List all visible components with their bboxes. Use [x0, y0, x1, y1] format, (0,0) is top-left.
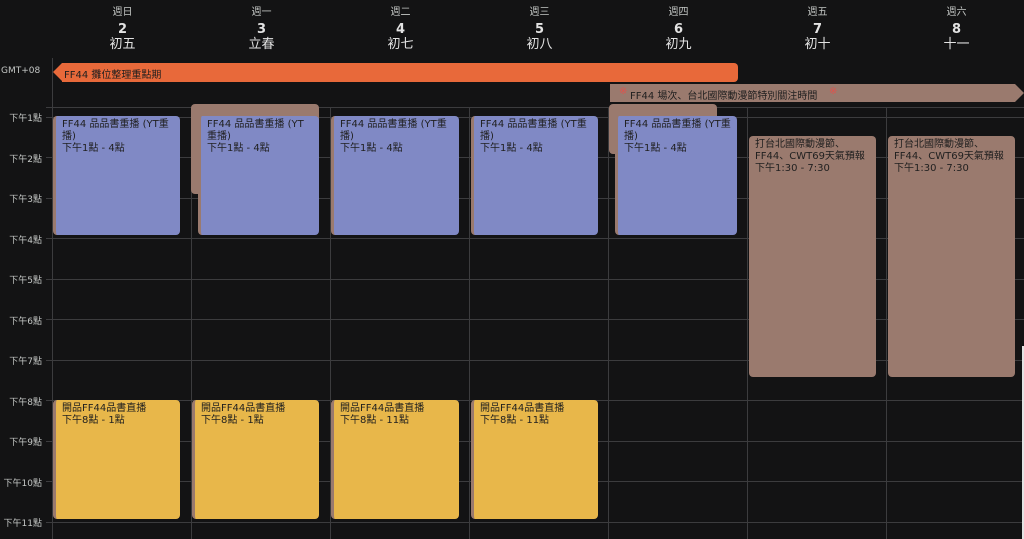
grid-divider	[46, 238, 1024, 239]
day-header-fri[interactable]: 週五 7 初十	[748, 0, 887, 52]
event-title: 打台北國際動漫節、FF44、CWT69天氣預報	[894, 139, 1004, 162]
hour-label: 下午5點	[9, 276, 42, 286]
event-time: 下午1:30 - 7:30	[894, 163, 969, 174]
event-time: 下午8點 - 1點	[201, 415, 264, 426]
grid-divider	[886, 108, 887, 539]
grid-divider	[469, 108, 470, 539]
lunar-date: 初十	[804, 37, 831, 52]
hour-label: 下午2點	[9, 155, 42, 165]
day-number[interactable]: 2	[53, 23, 192, 37]
event-rerun-mon[interactable]: FF44 品品書重播 (YT重播) 下午1點 - 4點	[198, 116, 319, 235]
hour-label: 下午1點	[9, 114, 42, 124]
day-of-week: 週六	[946, 7, 967, 18]
event-title: 開品FF44品書直播	[340, 403, 425, 414]
lunar-date: 初九	[665, 37, 692, 52]
event-time: 下午1點 - 4點	[340, 143, 403, 154]
hour-label: 下午3點	[9, 195, 42, 205]
hour-label: 下午4點	[9, 236, 42, 246]
timezone-label: GMT+08	[1, 66, 41, 76]
day-number[interactable]: 7	[748, 23, 887, 37]
event-title: 開品FF44品書直播	[62, 403, 147, 414]
event-time: 下午8點 - 11點	[480, 415, 550, 426]
event-rerun-tue[interactable]: FF44 品品書重播 (YT重播) 下午1點 - 4點	[331, 116, 459, 235]
lunar-date: 十一	[943, 37, 970, 52]
grid-divider	[46, 279, 1024, 280]
event-live-tue[interactable]: 開品FF44品書直播 下午8點 - 11點	[331, 400, 459, 519]
grid-divider	[46, 319, 1024, 320]
day-number[interactable]: 3	[192, 23, 331, 37]
event-time: 下午8點 - 11點	[340, 415, 410, 426]
event-rerun-thu[interactable]: FF44 品品書重播 (YT重播) 下午1點 - 4點	[615, 116, 737, 235]
day-header-mon[interactable]: 週一 3 立春	[192, 0, 331, 52]
day-of-week: 週日	[112, 7, 133, 18]
lunar-date: 初八	[526, 37, 553, 52]
grid-divider	[46, 522, 1024, 523]
day-of-week: 週一	[251, 7, 272, 18]
grid-divider	[608, 108, 609, 539]
day-of-week: 週二	[390, 7, 411, 18]
event-title: FF44 品品書重播 (YT重播)	[624, 119, 731, 142]
day-number[interactable]: 4	[331, 23, 470, 37]
day-header-thu[interactable]: 週四 6 初九	[609, 0, 748, 52]
event-live-wed[interactable]: 開品FF44品書直播 下午8點 - 11點	[471, 400, 598, 519]
hour-label: 下午10點	[3, 479, 42, 489]
hour-label: 下午7點	[9, 357, 42, 367]
day-number[interactable]: 5	[470, 23, 609, 37]
day-header-sun[interactable]: 週日 2 初五	[53, 0, 192, 52]
day-of-week: 週三	[529, 7, 550, 18]
event-comic-sat[interactable]: 打台北國際動漫節、FF44、CWT69天氣預報 下午1:30 - 7:30	[888, 136, 1015, 377]
allday-event-booth-period[interactable]: FF44 攤位整理重點期	[53, 63, 738, 82]
event-time: 下午1點 - 4點	[480, 143, 543, 154]
event-time: 下午1點 - 4點	[207, 143, 270, 154]
event-title: FF44 場次、台北國際動漫節特別關注時間	[630, 91, 818, 102]
grid-divider	[747, 108, 748, 539]
hour-label: 下午11點	[3, 519, 42, 529]
lunar-date: 初七	[387, 37, 414, 52]
event-live-sun[interactable]: 開品FF44品書直播 下午8點 - 1點	[53, 400, 180, 519]
day-number[interactable]: 8	[887, 23, 1024, 37]
lunar-date: 初五	[109, 37, 136, 52]
event-title: 開品FF44品書直播	[201, 403, 286, 414]
day-of-week: 週五	[807, 7, 828, 18]
grid-divider	[46, 360, 1024, 361]
event-time: 下午1:30 - 7:30	[755, 163, 830, 174]
mark-icon: ※	[829, 86, 838, 97]
event-title: 打台北國際動漫節、FF44、CWT69天氣預報	[755, 139, 865, 162]
hour-label: 下午9點	[9, 438, 42, 448]
hour-label: 下午6點	[9, 317, 42, 327]
event-title: FF44 品品書重播 (YT重播)	[62, 119, 169, 142]
event-rerun-sun[interactable]: FF44 品品書重播 (YT重播) 下午1點 - 4點	[53, 116, 180, 235]
mark-icon: ※	[619, 86, 628, 97]
event-title: 開品FF44品書直播	[480, 403, 565, 414]
day-header-sat[interactable]: 週六 8 十一	[887, 0, 1024, 52]
day-of-week: 週四	[668, 7, 689, 18]
event-title: FF44 攤位整理重點期	[64, 70, 162, 81]
event-title: FF44 品品書重播 (YT重播)	[480, 119, 587, 142]
event-live-mon[interactable]: 開品FF44品書直播 下午8點 - 1點	[192, 400, 319, 519]
event-comic-fri[interactable]: 打台北國際動漫節、FF44、CWT69天氣預報 下午1:30 - 7:30	[749, 136, 876, 377]
lunar-date: 立春	[248, 37, 275, 52]
hour-label: 下午8點	[9, 398, 42, 408]
event-title: FF44 品品書重播 (YT重播)	[207, 119, 304, 142]
event-time: 下午1點 - 4點	[62, 143, 125, 154]
event-title: FF44 品品書重播 (YT重播)	[340, 119, 447, 142]
day-header-tue[interactable]: 週二 4 初七	[331, 0, 470, 52]
event-time: 下午8點 - 1點	[62, 415, 125, 426]
day-header-wed[interactable]: 週三 5 初八	[470, 0, 609, 52]
day-number[interactable]: 6	[609, 23, 748, 37]
event-rerun-wed[interactable]: FF44 品品書重播 (YT重播) 下午1點 - 4點	[471, 116, 598, 235]
event-time: 下午1點 - 4點	[624, 143, 687, 154]
allday-event-comic-focus[interactable]: ※ FF44 場次、台北國際動漫節特別關注時間 ※	[610, 84, 1024, 102]
